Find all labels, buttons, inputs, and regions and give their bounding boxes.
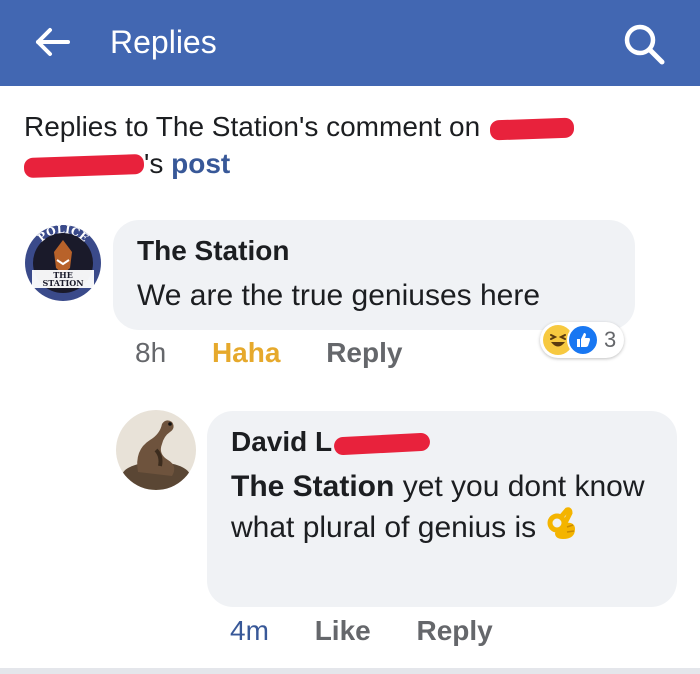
haha-reaction-button[interactable]: Haha <box>212 337 280 368</box>
like-icon <box>567 324 599 356</box>
avatar[interactable]: POLICE THE STATION <box>24 224 102 302</box>
comment-actions: 8h Haha Reply <box>135 336 440 370</box>
post-link[interactable]: post <box>171 148 230 179</box>
redacted-name <box>333 432 431 456</box>
ok-hand-icon <box>547 507 575 539</box>
reply-text-block: The Station yet you dont know what plura… <box>231 467 661 548</box>
police-badge-icon: POLICE THE STATION <box>25 224 101 301</box>
redacted-name <box>489 117 575 141</box>
redacted-name <box>23 153 145 178</box>
avatar-text-station: STATION <box>42 278 83 288</box>
reply-time[interactable]: 4m <box>230 615 269 646</box>
divider <box>0 668 700 674</box>
search-icon <box>624 24 665 65</box>
reaction-count: 3 <box>604 327 617 352</box>
back-arrow-icon <box>36 28 70 56</box>
avatar[interactable] <box>116 410 196 490</box>
reply-button[interactable]: Reply <box>326 337 402 368</box>
top-app-bar: Replies <box>0 0 700 86</box>
reply-bubble[interactable]: David L The Station yet you dont know wh… <box>207 411 677 607</box>
search-button[interactable] <box>620 20 668 68</box>
comment-author[interactable]: The Station <box>137 234 289 268</box>
back-button[interactable] <box>34 24 74 60</box>
reply-author[interactable]: David L <box>231 425 431 459</box>
context-prefix: Replies to The Station's comment on <box>24 111 481 142</box>
comment-time[interactable]: 8h <box>135 337 166 368</box>
reply-actions: 4m Like Reply <box>230 614 531 648</box>
page-title: Replies <box>110 24 217 60</box>
reactions-summary[interactable]: 3 <box>540 322 625 358</box>
reply-author-name: David L <box>231 426 333 457</box>
reply-button[interactable]: Reply <box>417 615 493 646</box>
like-button[interactable]: Like <box>315 615 371 646</box>
snake-photo-icon <box>116 410 196 490</box>
context-possessive: 's <box>144 148 164 179</box>
comment-text: We are the true geniuses here <box>137 279 541 312</box>
replies-context: Replies to The Station's comment on 's p… <box>23 108 684 182</box>
comment-bubble[interactable]: The Station We are the true geniuses her… <box>113 220 635 330</box>
mention-link[interactable]: The Station <box>231 470 394 503</box>
